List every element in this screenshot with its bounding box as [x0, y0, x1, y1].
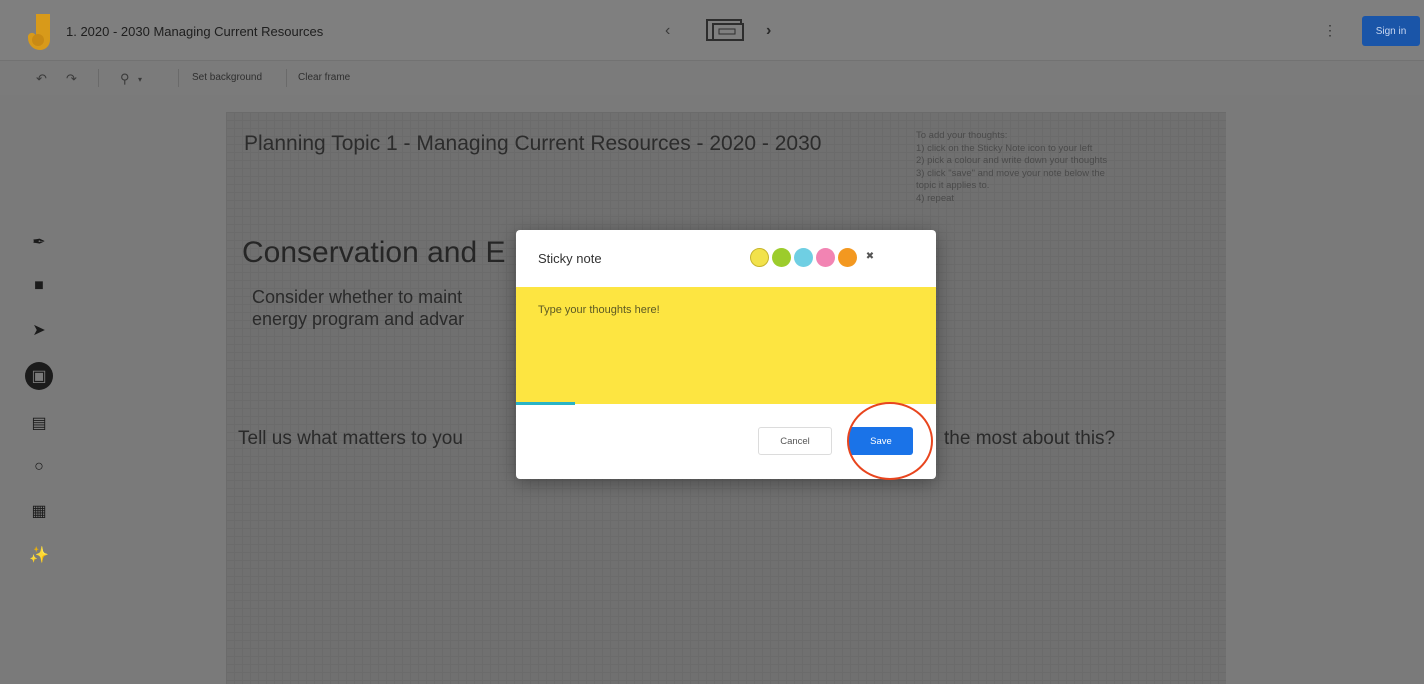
description-line: energy program and advar: [252, 309, 465, 329]
instruction-line: 2) pick a colour and write down your tho…: [916, 155, 1108, 166]
sign-in-button[interactable]: Sign in: [1362, 16, 1420, 46]
custom-color-icon[interactable]: ✖: [862, 249, 878, 265]
jamboard-logo[interactable]: [28, 14, 54, 50]
laser-icon[interactable]: ✨: [22, 538, 56, 572]
color-swatch-pink[interactable]: [816, 248, 835, 267]
select-arrow-icon[interactable]: ➤: [22, 313, 56, 347]
chevron-down-icon[interactable]: ▾: [138, 75, 142, 84]
sticky-note-icon[interactable]: ▣: [25, 362, 53, 390]
description-line: Consider whether to maint: [252, 287, 463, 307]
edit-toolbar: ↶ ↷ ⚲ ▾ Set background Clear frame: [0, 60, 1424, 95]
save-highlight-annotation: [847, 402, 933, 480]
clear-frame-button[interactable]: Clear frame: [298, 72, 350, 83]
jam-title[interactable]: 1. 2020 - 2030 Managing Current Resource…: [66, 24, 323, 39]
more-options-icon[interactable]: ⋮: [1323, 22, 1337, 39]
text-box-icon[interactable]: ▦: [22, 494, 56, 528]
tool-rail: ✒ ■ ➤ ▣ ▤ ○ ▦ ✨: [22, 225, 62, 585]
color-swatch-green[interactable]: [772, 248, 791, 267]
set-background-button[interactable]: Set background: [192, 72, 262, 83]
color-swatch-orange[interactable]: [838, 248, 857, 267]
question-text-left: Tell us what matters to you: [238, 428, 463, 449]
next-frame-button[interactable]: ›: [766, 22, 771, 40]
dialog-title: Sticky note: [538, 251, 602, 266]
cancel-button[interactable]: Cancel: [758, 427, 832, 455]
toolbar-divider: [178, 69, 179, 87]
character-progress-bar: [516, 402, 575, 405]
frame-bar-icon[interactable]: [704, 18, 750, 44]
image-icon[interactable]: ▤: [22, 406, 56, 440]
instruction-line: 1) click on the Sticky Note icon to your…: [916, 142, 1093, 154]
toolbar-divider: [286, 69, 287, 87]
instructions-text: To add your thoughts: 1) click on the St…: [916, 130, 1206, 205]
instruction-line: 4) repeat: [916, 192, 955, 204]
toolbar-divider: [98, 69, 99, 87]
note-text-input[interactable]: [516, 287, 936, 404]
color-swatch-blue[interactable]: [794, 248, 813, 267]
instruction-line: 3) click "save" and move your note below…: [916, 167, 1105, 179]
previous-frame-button[interactable]: ‹: [665, 22, 670, 40]
undo-icon[interactable]: ↶: [36, 71, 47, 87]
redo-icon[interactable]: ↷: [66, 71, 77, 87]
pen-icon[interactable]: ✒: [22, 225, 56, 259]
circle-shape-icon[interactable]: ○: [22, 450, 56, 484]
canvas-title: Planning Topic 1 - Managing Current Reso…: [244, 132, 822, 155]
eraser-icon[interactable]: ■: [22, 269, 56, 303]
color-swatch-yellow[interactable]: [750, 248, 769, 267]
topic-description: Consider whether to maint energy program…: [252, 286, 464, 330]
zoom-icon[interactable]: ⚲: [120, 71, 130, 87]
top-bar: 1. 2020 - 2030 Managing Current Resource…: [0, 0, 1424, 60]
question-text-right: the most about this?: [944, 428, 1116, 449]
instruction-line: To add your thoughts:: [916, 130, 1008, 141]
instruction-line: topic it applies to.: [916, 180, 990, 191]
topic-heading: Conservation and E: [242, 236, 506, 269]
